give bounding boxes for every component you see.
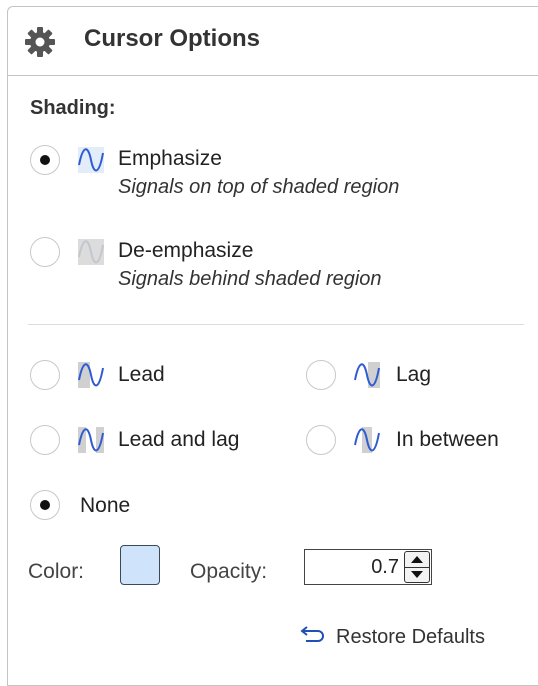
in-between-radio[interactable] <box>306 425 336 455</box>
color-swatch[interactable] <box>120 545 160 585</box>
lag-wave-icon <box>354 362 380 388</box>
opacity-spinner <box>304 549 432 585</box>
chevron-down-icon <box>411 571 423 578</box>
lead-label: Lead <box>118 363 165 386</box>
emphasize-title: Emphasize <box>118 147 222 170</box>
lag-label: Lag <box>396 363 432 386</box>
in-between-wave-icon <box>354 427 380 453</box>
opacity-label: Opacity: <box>190 560 268 583</box>
opacity-increment-button[interactable] <box>405 552 429 568</box>
divider <box>28 324 524 325</box>
deemphasize-radio[interactable] <box>30 237 60 267</box>
lead-and-lag-wave-icon <box>78 427 104 453</box>
restore-defaults-button[interactable]: Restore Defaults <box>298 626 528 650</box>
deemphasize-description: Signals behind shaded region <box>118 268 382 290</box>
opacity-stepper <box>404 551 430 583</box>
lead-and-lag-radio[interactable] <box>30 425 60 455</box>
restore-defaults-label: Restore Defaults <box>336 626 485 648</box>
opacity-input[interactable] <box>305 550 401 584</box>
emphasize-radio[interactable] <box>30 145 60 175</box>
panel-title: Cursor Options <box>84 25 261 52</box>
cursor-options-panel: Cursor Options Shading: Emphasize Signal… <box>7 6 538 686</box>
shading-label: Shading: <box>30 97 116 119</box>
opacity-decrement-button[interactable] <box>405 567 429 582</box>
panel-header: Cursor Options <box>8 7 538 76</box>
gear-icon[interactable] <box>24 26 56 58</box>
lead-wave-icon <box>78 362 104 388</box>
none-radio[interactable] <box>30 490 60 520</box>
emphasize-description: Signals on top of shaded region <box>118 176 400 198</box>
lead-radio[interactable] <box>30 360 60 390</box>
deemphasize-title: De-emphasize <box>118 239 254 262</box>
none-label: None <box>80 494 131 517</box>
color-label: Color: <box>28 560 85 583</box>
undo-arrow-icon <box>300 626 324 642</box>
in-between-label: In between <box>396 428 499 451</box>
emphasize-wave-icon <box>78 147 104 173</box>
lead-and-lag-label: Lead and lag <box>118 428 240 451</box>
lag-radio[interactable] <box>306 360 336 390</box>
chevron-up-icon <box>411 556 423 563</box>
deemphasize-wave-icon <box>78 239 104 265</box>
